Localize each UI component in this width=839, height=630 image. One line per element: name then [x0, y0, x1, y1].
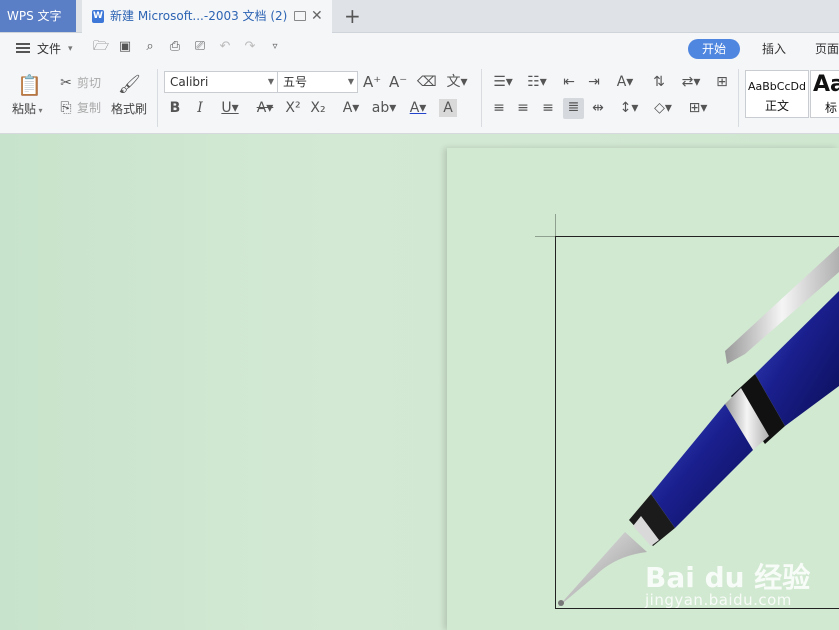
writer-doc-icon: W — [92, 10, 104, 23]
group-separator — [481, 69, 482, 127]
tab-home[interactable]: 开始 — [688, 39, 740, 59]
margin-marker-vertical — [555, 214, 556, 236]
align-center-icon[interactable]: ≡ — [514, 99, 532, 117]
style-heading[interactable]: Aa 标 — [810, 70, 839, 118]
font-name-select[interactable]: Calibri ▼ — [164, 71, 278, 93]
text-effect-icon[interactable]: A▾ — [338, 99, 364, 117]
print-icon[interactable]: ⎙ — [168, 40, 182, 54]
pen-nib — [557, 532, 647, 608]
margin-marker-horizontal — [535, 236, 556, 237]
group-separator — [157, 69, 158, 127]
numbering-icon[interactable]: ☷▾ — [524, 73, 550, 91]
shrink-font-icon[interactable]: A⁻ — [389, 73, 407, 91]
font-color-icon[interactable]: A▾ — [405, 99, 431, 117]
increase-indent-icon[interactable]: ⇥ — [585, 73, 603, 91]
highlight-icon[interactable]: ab▾ — [371, 99, 397, 117]
underline-icon[interactable]: U▾ — [217, 99, 243, 117]
subscript-icon[interactable]: X₂ — [309, 99, 327, 117]
style-normal-label: 正文 — [764, 99, 789, 113]
superscript-icon[interactable]: X² — [284, 99, 302, 117]
style-heading-label: 标 — [825, 101, 838, 115]
clear-format-icon[interactable]: ⌫ — [417, 73, 437, 91]
style-normal-preview: AaBbCcDd — [748, 80, 806, 93]
justify-icon[interactable]: ≣ — [563, 98, 584, 119]
tab-page[interactable]: 页面 — [815, 33, 839, 65]
style-heading-preview: Aa — [813, 72, 839, 97]
tab-insert[interactable]: 插入 — [762, 33, 786, 65]
format-painter-icon[interactable]: 🖌 — [118, 73, 141, 97]
close-tab-icon[interactable]: ✕ — [311, 0, 323, 32]
customize-toolbar-icon[interactable]: ▿ — [268, 40, 282, 54]
new-tab-button[interactable]: + — [344, 3, 361, 29]
cut-icon: ✂ — [60, 75, 72, 91]
monitor-icon[interactable] — [294, 11, 306, 21]
style-normal[interactable]: AaBbCcDd 正文 — [745, 70, 809, 118]
baidu-watermark: Bai du 经验 — [645, 561, 811, 594]
open-folder-icon[interactable]: 🗁 — [93, 40, 109, 54]
redo-icon[interactable]: ↷ — [243, 40, 257, 54]
print-preview-icon[interactable]: ⎚ — [193, 40, 207, 54]
strikethrough-icon[interactable]: A▾ — [252, 99, 278, 117]
format-painter-button[interactable]: 格式刷 — [111, 101, 147, 117]
copy-button[interactable]: 复制 — [77, 100, 101, 116]
cut-button[interactable]: 剪切 — [77, 75, 101, 91]
font-size-select[interactable]: 五号 ▼ — [277, 71, 358, 93]
line-spacing-icon[interactable]: ↕▾ — [616, 99, 642, 117]
bold-icon[interactable]: B — [166, 99, 184, 117]
bullets-icon[interactable]: ☰▾ — [490, 73, 516, 91]
text-direction-icon[interactable]: A▾ — [612, 73, 638, 91]
char-shading-icon[interactable]: A — [439, 99, 457, 117]
align-right-icon[interactable]: ≡ — [539, 99, 557, 117]
file-menu[interactable]: 文件 — [37, 33, 61, 65]
distributed-icon[interactable]: ⇹ — [589, 99, 607, 117]
document-tab-title: 新建 Microsoft...-2003 文档 (2) — [110, 9, 288, 23]
italic-icon[interactable]: I — [191, 99, 209, 117]
document-tab[interactable]: W 新建 Microsoft...-2003 文档 (2) ✕ — [82, 0, 332, 33]
copy-icon: ⎘ — [60, 100, 72, 116]
grow-font-icon[interactable]: A⁺ — [363, 73, 381, 91]
align-left-icon[interactable]: ≡ — [490, 99, 508, 117]
app-tab[interactable]: WPS 文字 — [0, 0, 76, 32]
find-icon[interactable]: ⌕ — [143, 40, 157, 54]
paste-button[interactable]: 粘贴 ▾ — [12, 101, 43, 119]
sort-icon[interactable]: ⇅ — [650, 73, 668, 91]
fountain-pen-image[interactable] — [555, 236, 839, 609]
pen-nib-tip — [558, 600, 564, 606]
phonetic-guide-icon[interactable]: 文▾ — [444, 73, 470, 91]
shading-icon[interactable]: ◇▾ — [650, 99, 676, 117]
save-icon[interactable]: ▣ — [118, 40, 132, 54]
decrease-indent-icon[interactable]: ⇤ — [560, 73, 578, 91]
undo-icon[interactable]: ↶ — [218, 40, 232, 54]
show-marks-icon[interactable]: ⇄▾ — [678, 73, 704, 91]
borders-icon[interactable]: ⊞▾ — [685, 99, 711, 117]
hamburger-menu-icon[interactable] — [16, 43, 30, 53]
table-layout-icon[interactable]: ⊞ — [713, 73, 731, 91]
group-separator — [738, 69, 739, 127]
baidu-watermark-url: jingyan.baidu.com — [645, 591, 792, 609]
chevron-down-icon[interactable]: ▾ — [68, 44, 73, 54]
paste-icon[interactable]: 📋 — [17, 73, 42, 97]
